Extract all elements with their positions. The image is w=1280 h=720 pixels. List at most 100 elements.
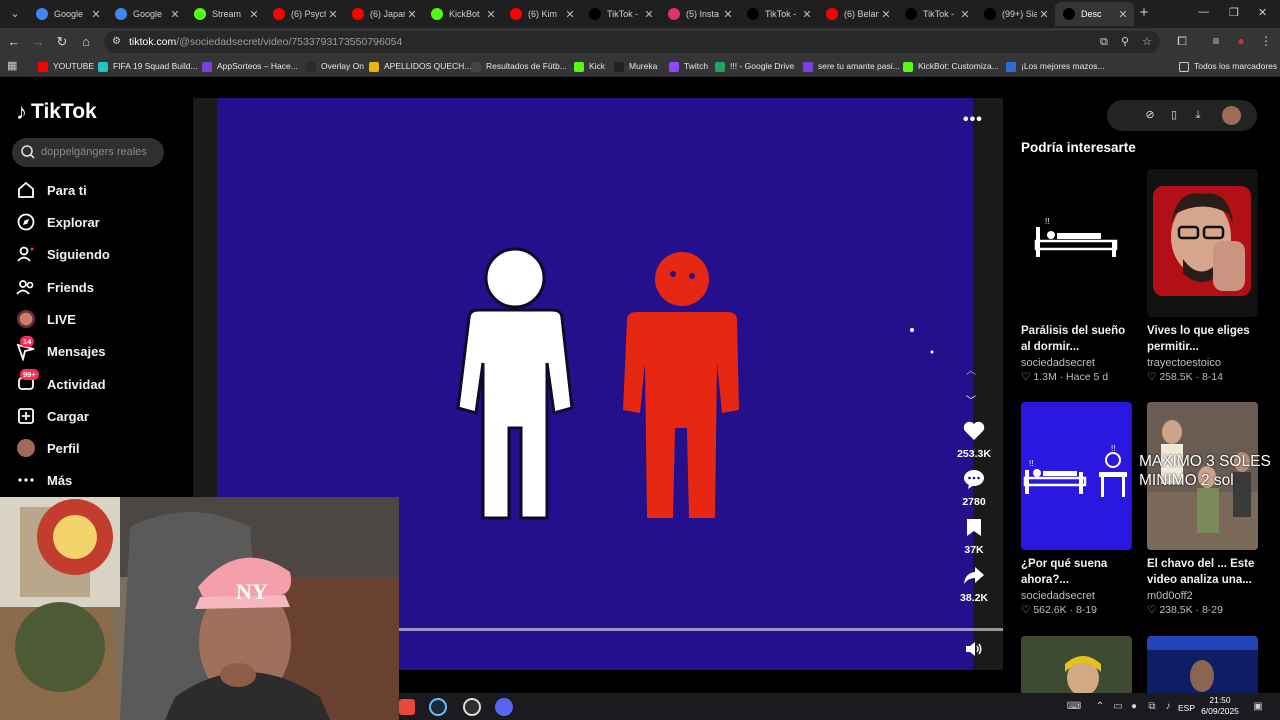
device-icon[interactable]: ▯ — [1167, 108, 1181, 122]
prev-video-chevron-icon[interactable]: ︿ — [966, 362, 976, 377]
tab-close-icon[interactable]: ✕ — [484, 8, 498, 21]
tab-close-icon[interactable]: ✕ — [89, 8, 103, 21]
bookmark-item[interactable]: AppSorteos – Hace... — [202, 59, 298, 74]
restore-icon[interactable]: ❐ — [1229, 6, 1239, 19]
nav-item[interactable]: Perfil — [16, 435, 80, 461]
tab-close-icon[interactable]: ✕ — [721, 8, 735, 21]
minimize-icon[interactable]: — — [1198, 6, 1209, 18]
browser-tab[interactable]: Google ✕ — [107, 4, 186, 24]
tab-close-icon[interactable]: ✕ — [642, 8, 656, 21]
bookmark-item[interactable]: KickBot: Customiza... — [903, 59, 999, 74]
browser-tab[interactable]: (6) Psych ✕ — [265, 4, 344, 24]
nav-item[interactable]: Friends — [16, 274, 94, 300]
tab-close-icon[interactable]: ✕ — [879, 8, 893, 21]
extensions-icon[interactable]: ⧠ — [1174, 34, 1190, 49]
browser-tab[interactable]: (5) Insta ✕ — [660, 4, 739, 24]
apps-grid-icon[interactable]: ▦ — [7, 59, 17, 74]
zoom-icon[interactable]: ⚲ — [1121, 31, 1129, 53]
media-control-icon[interactable]: ≡ — [1208, 34, 1224, 48]
download-icon[interactable]: ⤓ — [1191, 108, 1205, 122]
tab-close-icon[interactable]: ✕ — [1037, 8, 1051, 21]
tab-close-icon[interactable]: ✕ — [247, 8, 261, 21]
bookmark-item[interactable]: Resultados de Fútb... — [471, 59, 567, 74]
browser-tab[interactable]: Stream ✕ — [186, 4, 265, 24]
nav-item[interactable]: Cargar — [16, 403, 89, 429]
address-bar[interactable]: ⚙ tiktok.com/@sociedadsecret/video/75337… — [104, 31, 1160, 53]
tiktok-logo[interactable]: ♪ TikTok — [16, 99, 97, 125]
install-app-icon[interactable]: ⧉ — [1100, 31, 1108, 53]
bookmark-item[interactable]: sere tu amante pasi... — [803, 59, 900, 74]
bookmark-item[interactable]: YOUTUBE — [38, 59, 94, 74]
taskbar-clock[interactable]: 21:50 6/09/2025 — [1198, 695, 1242, 717]
creator-tools-icon[interactable]: ⊘ — [1143, 108, 1157, 122]
tab-close-icon[interactable]: ✕ — [168, 8, 182, 21]
all-bookmarks-folder[interactable]: Todos los marcadores — [1179, 59, 1277, 74]
reload-button[interactable]: ↻ — [54, 34, 70, 50]
monitor-tray-icon[interactable]: ▭ — [1110, 701, 1126, 712]
rec-card[interactable] — [1021, 636, 1132, 696]
browser-tab[interactable]: (6) Belan ✕ — [818, 4, 897, 24]
rec-card[interactable] — [1147, 636, 1258, 696]
bookmark-item[interactable]: !!! - Google Drive — [715, 59, 794, 74]
close-window-icon[interactable]: ✕ — [1258, 6, 1267, 19]
share-button[interactable]: 38.2K — [953, 566, 995, 604]
browser-tab[interactable]: (6) Kim ✕ — [502, 4, 581, 24]
rec-card[interactable]: El chavo del ... Este video analiza una.… — [1147, 402, 1258, 616]
video-progress-bar[interactable] — [399, 628, 1003, 631]
rec-card[interactable]: Vives lo que eliges permitir... trayecto… — [1147, 169, 1258, 383]
bookmark-item[interactable]: Kick — [574, 59, 605, 74]
browser-tab[interactable]: (99+) Sia ✕ — [976, 4, 1055, 24]
steam-taskbar-icon[interactable] — [429, 698, 447, 716]
language-indicator[interactable]: ESP — [1178, 703, 1195, 713]
tab-close-icon[interactable]: ✕ — [958, 8, 972, 21]
notifications-icon[interactable]: ▣ — [1250, 701, 1266, 712]
chrome-taskbar-icon[interactable] — [399, 699, 415, 715]
nav-item[interactable]: 14 Mensajes — [16, 336, 106, 364]
video-more-options-icon[interactable]: ••• — [963, 111, 983, 129]
browser-tab[interactable]: Google ✕ — [28, 4, 107, 24]
like-button[interactable]: 253.3K — [953, 421, 995, 460]
tray-chevron-icon[interactable]: ⌃ — [1092, 701, 1108, 712]
tab-close-icon[interactable]: ✕ — [405, 8, 419, 21]
save-button[interactable]: 37K — [953, 518, 995, 556]
bookmark-star-icon[interactable]: ☆ — [1142, 31, 1152, 53]
mic-tray-icon[interactable]: ● — [1126, 701, 1142, 712]
tab-close-icon[interactable]: ✕ — [1116, 8, 1130, 21]
nav-item[interactable]: Siguiendo — [16, 241, 110, 267]
nav-item[interactable]: Más — [16, 467, 72, 493]
bookmark-item[interactable]: Twitch — [669, 59, 708, 74]
nav-item[interactable]: Explorar — [16, 209, 100, 235]
browser-tab[interactable]: TikTok - ✕ — [581, 4, 660, 24]
home-button[interactable]: ⌂ — [78, 34, 94, 50]
back-button[interactable]: ← — [6, 34, 22, 50]
tab-close-icon[interactable]: ✕ — [800, 8, 814, 21]
browser-tab[interactable]: (6) Japan ✕ — [344, 4, 423, 24]
rec-card[interactable]: !! !! ¿Por qué suena ahora?... sociedads… — [1021, 402, 1132, 616]
search-input[interactable]: doppelgängers reales — [12, 138, 164, 167]
browser-menu-icon[interactable]: ⋮ — [1258, 34, 1274, 48]
nav-item[interactable]: Para ti — [16, 177, 87, 203]
volume-tray-icon[interactable]: ♪ — [1160, 701, 1176, 712]
user-avatar-icon[interactable] — [1222, 106, 1241, 125]
bookmark-item[interactable]: FIFA 19 Squad Build... — [98, 59, 198, 74]
rec-card[interactable]: !! Parálisis del sueño al dormir... soci… — [1021, 169, 1132, 383]
bookmark-item[interactable]: Overlay On — [306, 59, 364, 74]
nav-item[interactable]: 99+ Actividad — [16, 369, 106, 397]
tab-search-button[interactable]: ⌄ — [6, 5, 24, 23]
browser-tab[interactable]: TikTok - ✕ — [739, 4, 818, 24]
forward-button[interactable]: → — [30, 34, 46, 50]
next-video-chevron-icon[interactable]: ﹀ — [966, 392, 976, 407]
browser-tab[interactable]: KickBot ✕ — [423, 4, 502, 24]
bookmark-item[interactable]: APELLIDOS QUECH... — [369, 59, 471, 74]
discord-taskbar-icon[interactable] — [495, 698, 513, 716]
bookmark-item[interactable]: Mureka — [614, 59, 657, 74]
nav-item[interactable]: LIVE — [16, 306, 76, 332]
browser-tab[interactable]: Desc ✕ — [1055, 2, 1134, 26]
profile-avatar-icon[interactable]: ● — [1233, 34, 1249, 48]
browser-tab[interactable]: TikTok - ✕ — [897, 4, 976, 24]
keyboard-tray-icon[interactable]: ⌨ — [1066, 701, 1082, 712]
bookmark-item[interactable]: ¡Los mejores mazos... — [1006, 59, 1105, 74]
tab-close-icon[interactable]: ✕ — [563, 8, 577, 21]
network-tray-icon[interactable]: ⧉ — [1144, 701, 1160, 712]
obs-taskbar-icon[interactable] — [463, 698, 481, 716]
